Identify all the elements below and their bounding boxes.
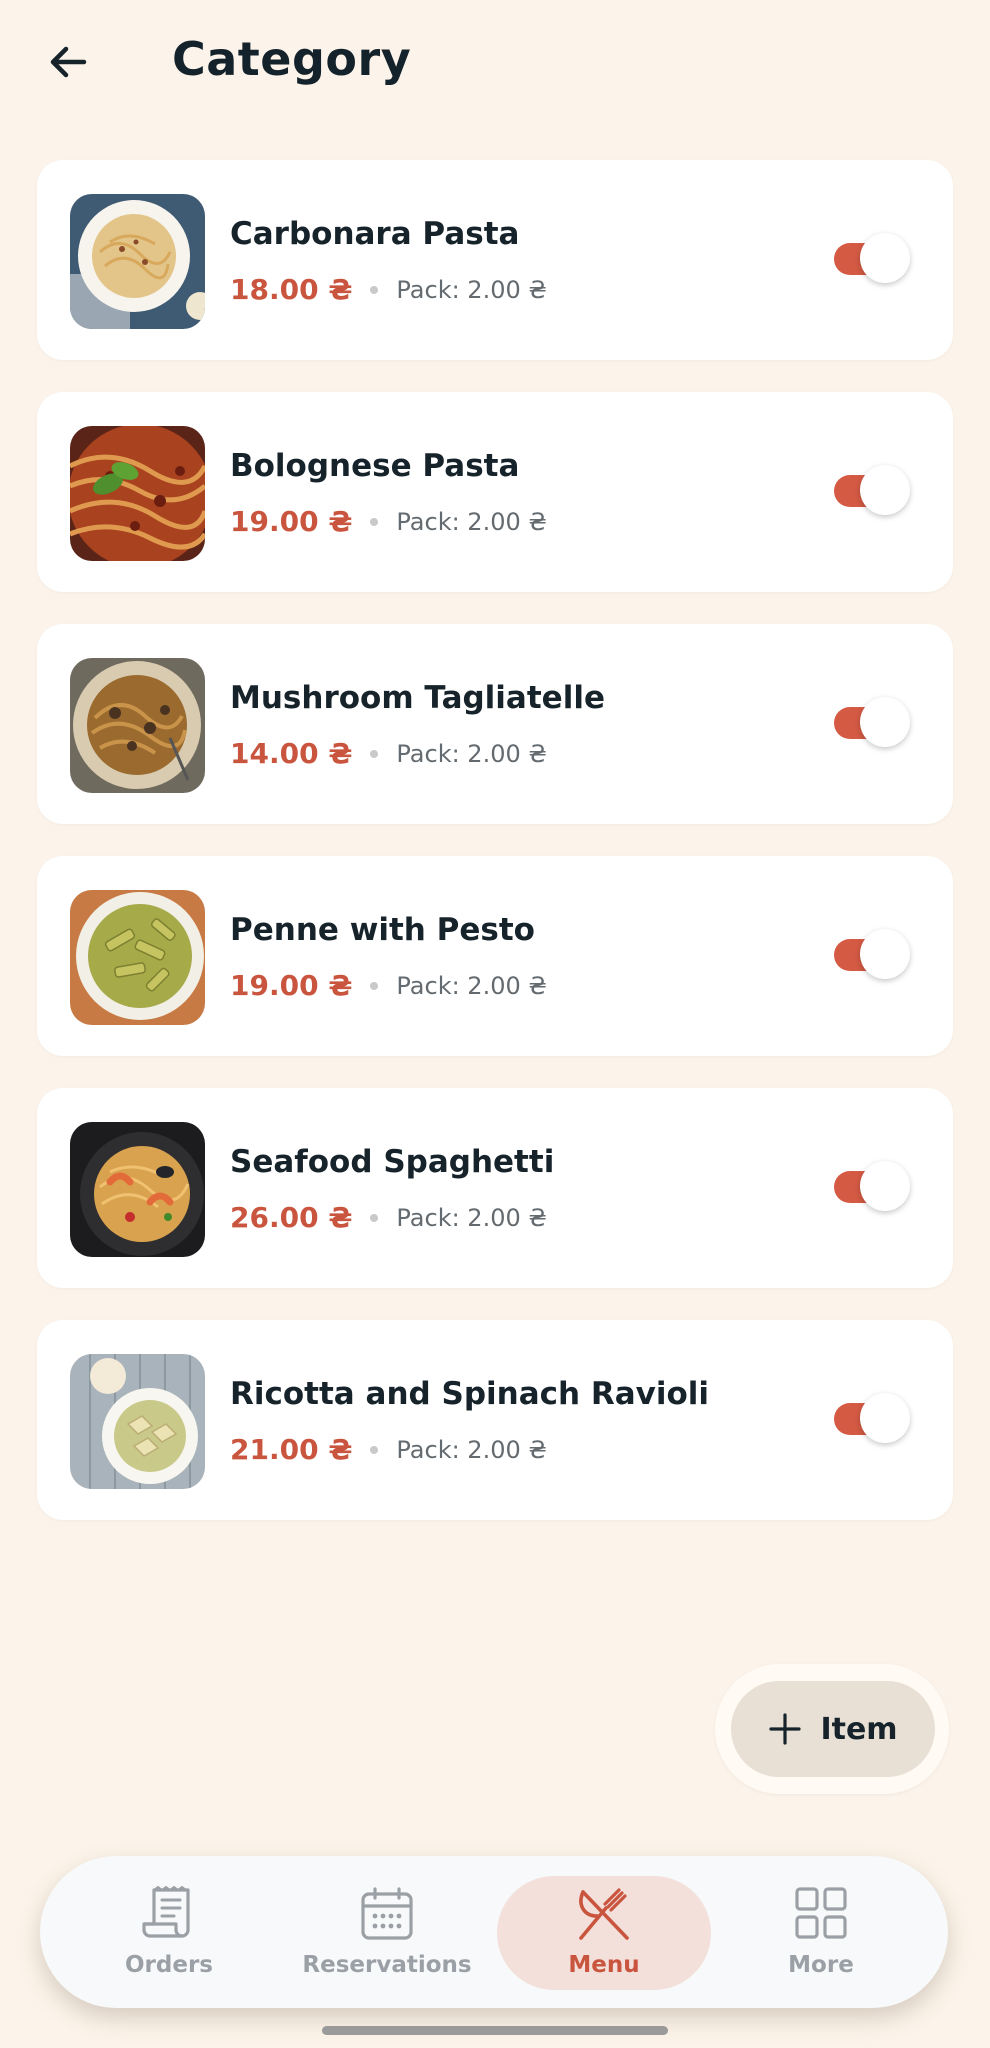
toggle-knob	[860, 1161, 910, 1211]
plus-icon	[769, 1713, 802, 1745]
availability-toggle[interactable]	[834, 1393, 912, 1445]
nav-reservations[interactable]: Reservations	[278, 1856, 496, 2008]
item-price: 19.00 ₴	[230, 505, 353, 538]
availability-toggle[interactable]	[834, 233, 912, 285]
receipt-icon	[142, 1886, 190, 1938]
price-row: 14.00 ₴ Pack: 2.00 ₴	[230, 737, 547, 770]
pack-price: Pack: 2.00 ₴	[396, 739, 547, 768]
availability-toggle[interactable]	[834, 697, 912, 749]
item-name: Penne with Pesto	[230, 912, 535, 948]
item-name: Bolognese Pasta	[230, 448, 520, 484]
menu-item-card[interactable]: Ricotta and Spinach Ravioli 21.00 ₴ Pack…	[37, 1320, 953, 1520]
separator-dot	[370, 1445, 379, 1454]
nav-label: More	[788, 1952, 854, 1978]
page-title: Category	[172, 32, 412, 86]
item-name: Seafood Spaghetti	[230, 1144, 555, 1180]
grid-icon	[795, 1887, 847, 1939]
arrow-left-icon	[50, 46, 87, 78]
add-item-label: Item	[820, 1711, 898, 1747]
nav-label: Orders	[125, 1952, 213, 1978]
toggle-knob	[860, 929, 910, 979]
menu-item-card[interactable]: Carbonara Pasta 18.00 ₴ Pack: 2.00 ₴	[37, 160, 953, 360]
price-row: 19.00 ₴ Pack: 2.00 ₴	[230, 505, 547, 538]
item-price: 26.00 ₴	[230, 1201, 353, 1234]
home-indicator[interactable]	[322, 2026, 668, 2035]
availability-toggle[interactable]	[834, 465, 912, 517]
item-name: Carbonara Pasta	[230, 216, 520, 252]
nav-label: Reservations	[302, 1952, 472, 1978]
menu-item-card[interactable]: Penne with Pesto 19.00 ₴ Pack: 2.00 ₴	[37, 856, 953, 1056]
toggle-knob	[860, 233, 910, 283]
toggle-knob	[860, 465, 910, 515]
item-photo	[70, 1122, 205, 1257]
price-row: 26.00 ₴ Pack: 2.00 ₴	[230, 1201, 547, 1234]
item-photo	[70, 426, 205, 561]
separator-dot	[370, 1213, 379, 1222]
back-button[interactable]	[40, 34, 96, 90]
bottom-navigation: Orders Reservations Menu More	[40, 1856, 948, 2008]
item-price: 19.00 ₴	[230, 969, 353, 1002]
menu-item-list: Carbonara Pasta 18.00 ₴ Pack: 2.00 ₴ Bol…	[37, 160, 953, 1552]
separator-dot	[370, 981, 379, 990]
app-header: Category	[0, 0, 990, 130]
toggle-knob	[860, 697, 910, 747]
menu-item-card[interactable]: Mushroom Tagliatelle 14.00 ₴ Pack: 2.00 …	[37, 624, 953, 824]
nav-orders[interactable]: Orders	[60, 1856, 278, 2008]
pack-price: Pack: 2.00 ₴	[396, 507, 547, 536]
fork-knife-icon	[579, 1888, 629, 1940]
item-photo	[70, 194, 205, 329]
item-price: 18.00 ₴	[230, 273, 353, 306]
toggle-knob	[860, 1393, 910, 1443]
item-price: 14.00 ₴	[230, 737, 353, 770]
item-name: Mushroom Tagliatelle	[230, 680, 605, 716]
price-row: 21.00 ₴ Pack: 2.00 ₴	[230, 1433, 547, 1466]
calendar-icon	[361, 1887, 413, 1940]
availability-toggle[interactable]	[834, 929, 912, 981]
item-photo	[70, 658, 205, 793]
price-row: 19.00 ₴ Pack: 2.00 ₴	[230, 969, 547, 1002]
separator-dot	[370, 749, 379, 758]
pack-price: Pack: 2.00 ₴	[396, 971, 547, 1000]
item-photo	[70, 1354, 205, 1489]
pack-price: Pack: 2.00 ₴	[396, 1435, 547, 1464]
pack-price: Pack: 2.00 ₴	[396, 275, 547, 304]
add-item-button[interactable]: Item	[731, 1681, 935, 1777]
item-price: 21.00 ₴	[230, 1433, 353, 1466]
separator-dot	[370, 285, 379, 294]
availability-toggle[interactable]	[834, 1161, 912, 1213]
nav-menu[interactable]: Menu	[495, 1856, 713, 2008]
separator-dot	[370, 517, 379, 526]
nav-label: Menu	[568, 1952, 640, 1978]
menu-item-card[interactable]: Bolognese Pasta 19.00 ₴ Pack: 2.00 ₴	[37, 392, 953, 592]
price-row: 18.00 ₴ Pack: 2.00 ₴	[230, 273, 547, 306]
menu-item-card[interactable]: Seafood Spaghetti 26.00 ₴ Pack: 2.00 ₴	[37, 1088, 953, 1288]
pack-price: Pack: 2.00 ₴	[396, 1203, 547, 1232]
nav-more[interactable]: More	[712, 1856, 930, 2008]
item-name: Ricotta and Spinach Ravioli	[230, 1376, 710, 1412]
item-photo	[70, 890, 205, 1025]
